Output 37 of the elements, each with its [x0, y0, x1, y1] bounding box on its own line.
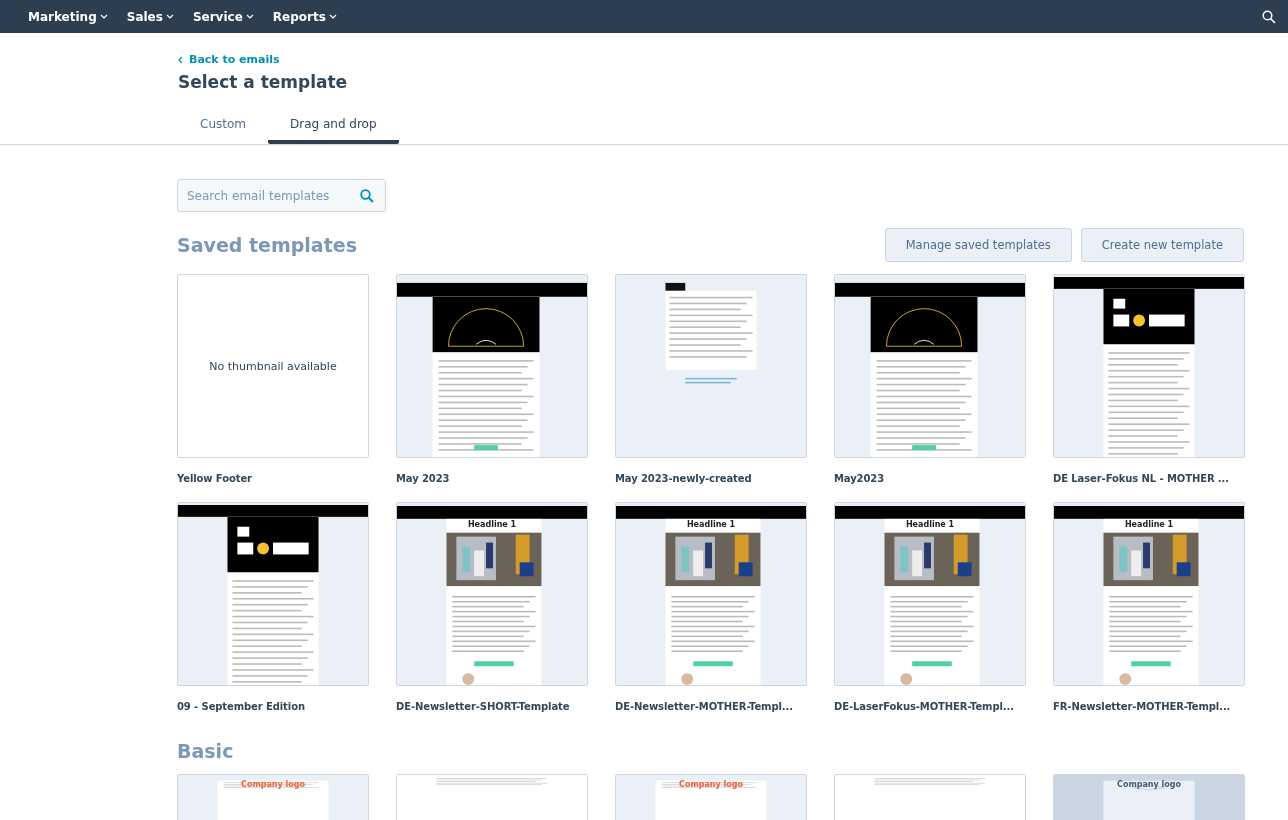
secondary-button[interactable]: Create new template [1080, 228, 1244, 262]
template-name[interactable]: May 2023 [396, 473, 450, 484]
thumbnail-logo-text: Company logo [1117, 780, 1181, 789]
caret-icon [245, 14, 254, 19]
caret-icon [165, 14, 174, 19]
caret-icon [99, 14, 108, 19]
no-thumbnail-text: No thumbnail available [209, 359, 337, 373]
template-name[interactable]: FR-Newsletter-MOTHER-Templ... [1053, 701, 1231, 712]
thumbnail-headline: Headline 1 [1124, 520, 1174, 529]
template-name[interactable]: May2023 [834, 473, 885, 484]
nav-menu-item[interactable]: Marketing [28, 9, 108, 24]
nav-menu-item[interactable]: Service [192, 9, 254, 24]
tab[interactable]: Drag and drop [268, 109, 399, 144]
template-name[interactable]: DE-Newsletter-SHORT-Template [396, 701, 570, 712]
caret-icon [328, 14, 337, 19]
page-title: Select a template [178, 72, 349, 92]
template-name[interactable]: DE Laser-Fokus NL - MOTHER ... [1053, 473, 1229, 484]
thumbnail-headline: Headline 1 [905, 520, 955, 529]
search-icon[interactable] [1262, 9, 1276, 24]
section-heading: Saved templates [177, 234, 357, 256]
secondary-button[interactable]: Manage saved templates [884, 228, 1072, 262]
template-name[interactable]: DE-LaserFokus-MOTHER-Templ... [834, 701, 1014, 712]
search-field[interactable]: Search email templates [177, 179, 386, 212]
thumbnail-logo-text: Company logo [679, 780, 743, 789]
section-heading: Basic [177, 740, 234, 762]
nav-menu-item[interactable]: Reports [272, 9, 337, 24]
thumbnail-headline: Headline 1 [686, 520, 736, 529]
thumbnail-headline: Headline 1 [467, 520, 517, 529]
nav-menu-item[interactable]: Sales [126, 9, 174, 24]
template-thumbnail[interactable]: No thumbnail available [177, 274, 369, 458]
thumbnail-logo-text: Company logo [241, 780, 305, 789]
template-name[interactable]: 09 - September Edition [177, 701, 305, 712]
template-name[interactable]: Yellow Footer [177, 473, 252, 484]
tab[interactable]: Custom [178, 109, 268, 144]
template-name[interactable]: May 2023-newly-created [615, 473, 752, 484]
template-name[interactable]: DE-Newsletter-MOTHER-Templ... [615, 701, 793, 712]
chevron-left-icon [178, 55, 183, 64]
